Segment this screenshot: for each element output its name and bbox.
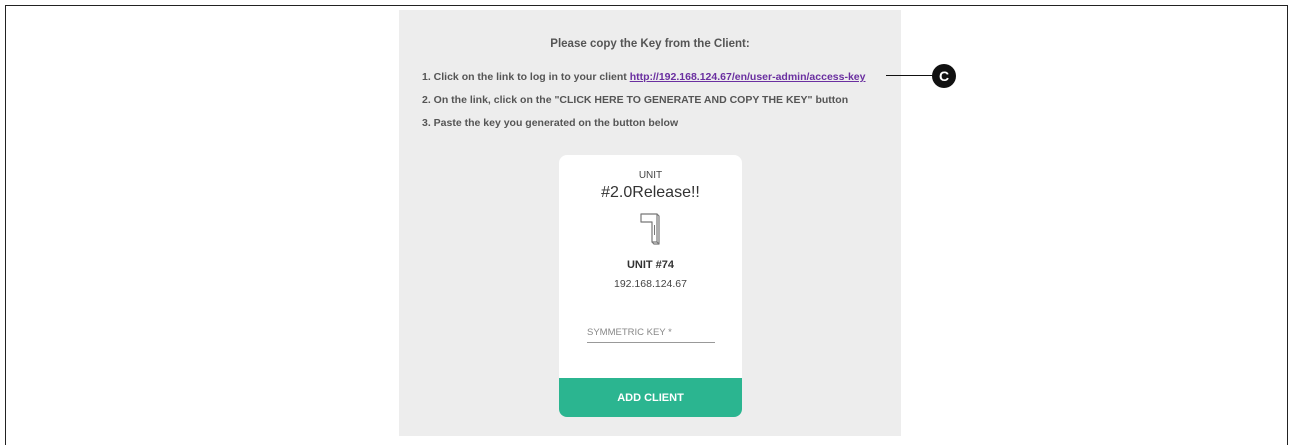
instruction-step-1: 1. Click on the link to log in to your c…: [422, 71, 865, 83]
instruction-step-3: 3. Paste the key you generated on the bu…: [422, 117, 679, 129]
unit-number: UNIT #74: [626, 259, 675, 271]
add-client-button[interactable]: ADD CLIENT: [559, 378, 742, 417]
instruction-step-2: 2. On the link, click on the "CLICK HERE…: [422, 94, 849, 106]
unit-name: #2.0Release!!: [601, 184, 700, 201]
callout-marker: C: [932, 64, 956, 88]
callout-leader-line: [886, 75, 934, 76]
unit-card: UNIT #2.0Release!! UNIT #74 192.168.124.…: [559, 155, 742, 417]
access-key-link[interactable]: http://192.168.124.67/en/user-admin/acce…: [630, 71, 866, 83]
unit-ip-address: 192.168.124.67: [614, 278, 687, 290]
unit-label: UNIT: [638, 170, 663, 181]
symmetric-key-input[interactable]: [587, 322, 715, 343]
add-client-panel: Please copy the Key from the Client: 1. …: [399, 10, 901, 436]
device-icon: [640, 213, 660, 245]
instructions-heading: Please copy the Key from the Client:: [550, 38, 750, 50]
step-1-text: 1. Click on the link to log in to your c…: [422, 71, 630, 83]
